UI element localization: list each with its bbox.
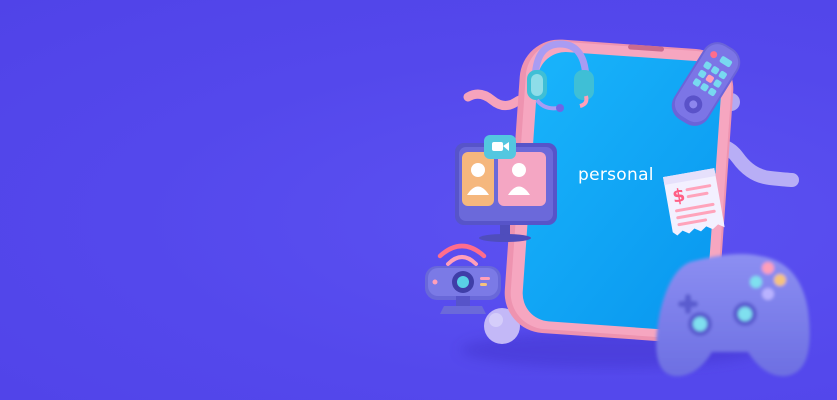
hero-banner: $ personal bbox=[0, 0, 837, 400]
participant-tile-left bbox=[462, 152, 494, 206]
invoice-receipt-icon: $ bbox=[663, 168, 725, 236]
participant-tile-right bbox=[498, 152, 546, 206]
illustration: $ bbox=[425, 39, 810, 377]
brand-wordmark: personal bbox=[578, 165, 654, 185]
webcam-icon bbox=[425, 243, 501, 314]
